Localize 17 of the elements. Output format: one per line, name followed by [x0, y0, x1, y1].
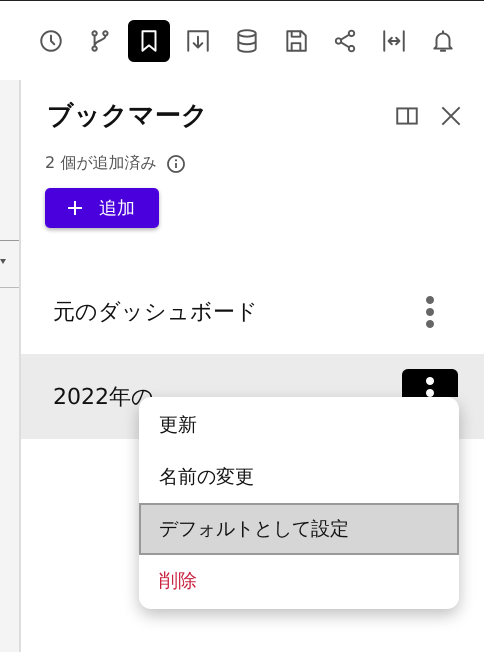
input-field[interactable] [0, 240, 19, 288]
menu-item[interactable]: 削除 [139, 555, 459, 607]
download-icon [185, 28, 211, 54]
plus-icon [65, 198, 85, 218]
clock-icon [38, 28, 64, 54]
menu-item[interactable]: 名前の変更 [139, 451, 459, 503]
more-options-button[interactable] [402, 369, 458, 397]
caret-icon [0, 259, 6, 265]
panel-title: ブックマーク [47, 100, 209, 133]
bookmark-item[interactable]: 元のダッシュボード [21, 269, 484, 354]
info-icon[interactable] [166, 154, 186, 174]
share-icon [332, 28, 358, 54]
width-arrows-icon [381, 28, 407, 54]
bookmark-button[interactable] [128, 20, 170, 62]
menu-item[interactable]: デフォルトとして設定 [139, 503, 459, 555]
add-button[interactable]: 追加 [45, 188, 159, 228]
bookmark-count: 2 個が追加済み [45, 153, 156, 174]
